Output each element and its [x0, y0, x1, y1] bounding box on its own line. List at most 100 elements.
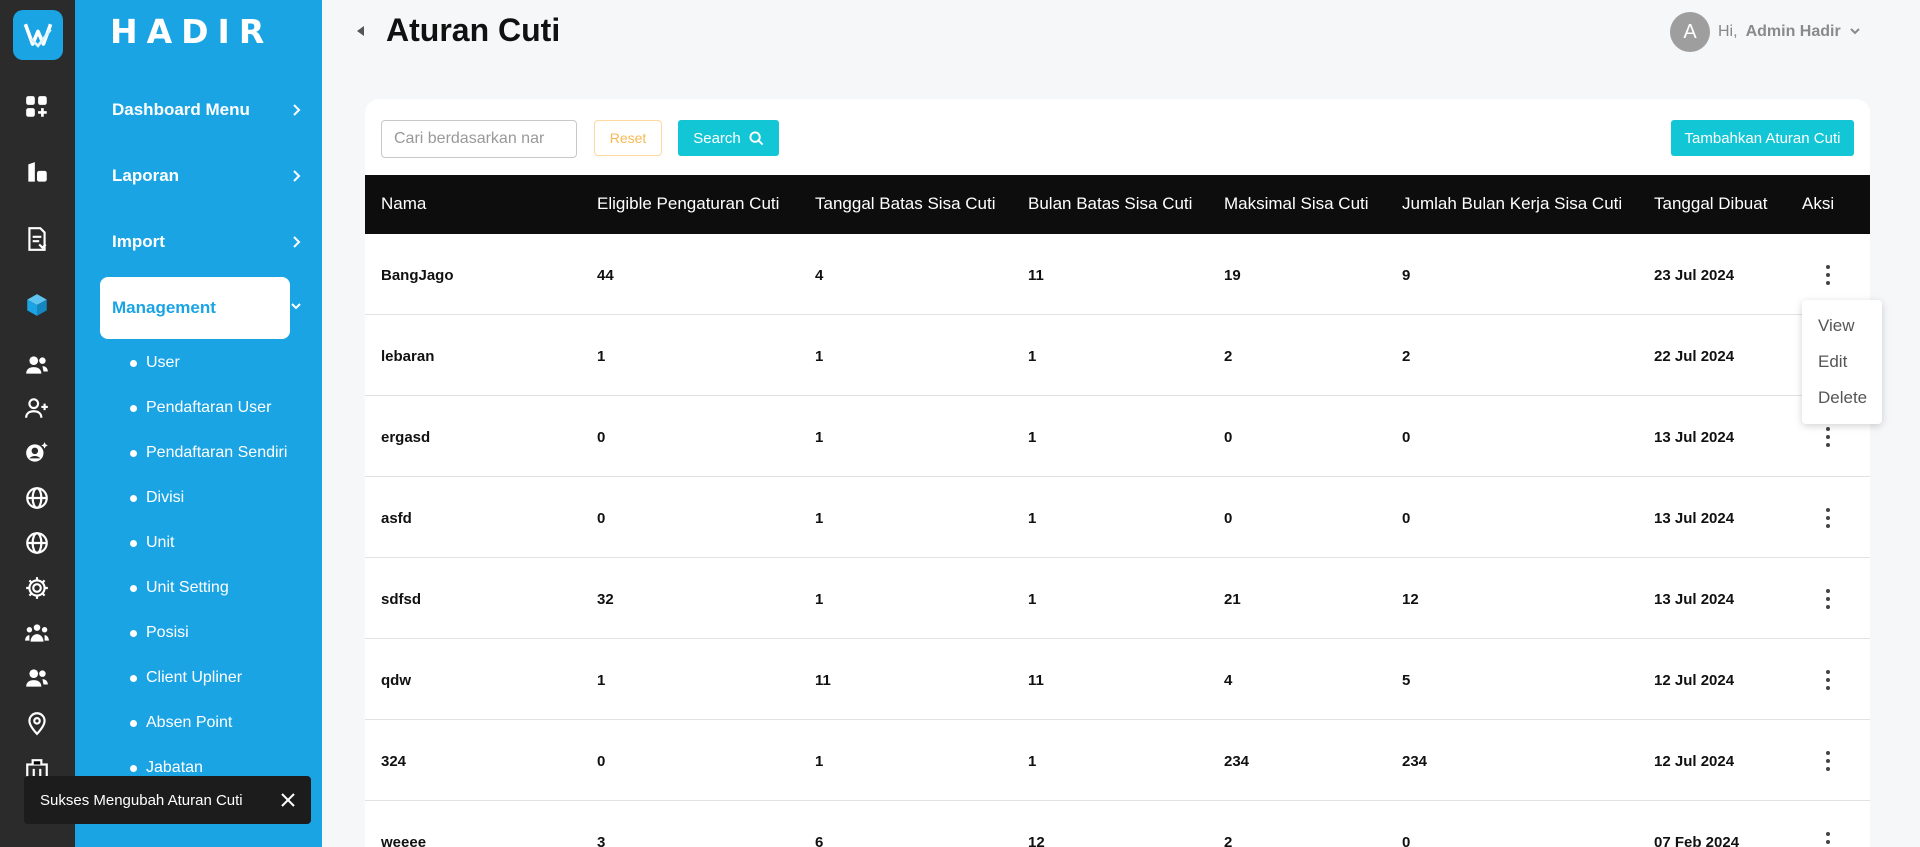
column-header[interactable]: Eligible Pengaturan Cuti — [597, 194, 779, 214]
chevron-down-icon — [1849, 28, 1860, 35]
user-settings-icon[interactable] — [22, 438, 52, 468]
user-add-icon[interactable] — [22, 393, 52, 423]
chevron-right-icon — [293, 104, 301, 116]
avatar: A — [1670, 12, 1710, 52]
cell-jumlah-bulan: 12 — [1402, 591, 1419, 608]
submenu-label: User — [146, 354, 180, 371]
document-import-icon[interactable] — [22, 224, 52, 254]
edit-menu-item[interactable]: Edit — [1802, 344, 1882, 380]
submenu-unit-setting[interactable]: Unit Setting — [130, 579, 229, 597]
more-actions-icon[interactable] — [1818, 749, 1838, 773]
location-icon[interactable] — [22, 708, 52, 738]
view-menu-item[interactable]: View — [1802, 308, 1882, 344]
table-row: ergasd 0 1 1 0 0 13 Jul 2024 — [365, 396, 1870, 477]
cell-eligible: 0 — [597, 510, 606, 527]
bullet-icon — [130, 359, 137, 367]
bullet-icon — [130, 494, 137, 502]
submenu-pendaftaran-user[interactable]: Pendaftaran User — [130, 399, 271, 417]
brand-logo: HADIR — [110, 12, 274, 51]
content-card: Cari berdasarkan nar Reset Search Tambah… — [365, 99, 1870, 847]
chevron-right-icon — [293, 236, 301, 248]
column-header[interactable]: Tanggal Dibuat — [1654, 194, 1767, 214]
globe-icon[interactable] — [22, 483, 52, 513]
team-icon[interactable] — [22, 618, 52, 648]
add-rule-button[interactable]: Tambahkan Aturan Cuti — [1671, 120, 1854, 156]
cell-eligible: 44 — [597, 267, 614, 284]
column-header[interactable]: Jumlah Bulan Kerja Sisa Cuti — [1402, 194, 1622, 214]
cell-bulan-batas: 1 — [1028, 591, 1037, 608]
cell-tanggal-dibuat: 07 Feb 2024 — [1654, 834, 1740, 847]
more-actions-icon[interactable] — [1818, 263, 1838, 287]
greeting-text: Hi, — [1718, 23, 1738, 40]
more-actions-icon[interactable] — [1818, 425, 1838, 449]
cell-jumlah-bulan: 234 — [1402, 753, 1428, 770]
submenu-label: Unit Setting — [146, 579, 229, 596]
cell-tanggal-batas: 1 — [815, 348, 824, 365]
submenu-divisi[interactable]: Divisi — [130, 489, 184, 507]
submenu-label: Jabatan — [146, 759, 203, 776]
gear-icon[interactable] — [22, 573, 52, 603]
user-menu[interactable]: A Hi, Admin Hadir — [1670, 12, 1861, 52]
icon-rail — [0, 0, 75, 847]
cell-jumlah-bulan: 2 — [1402, 348, 1411, 365]
toast-message: Sukses Mengubah Aturan Cuti — [40, 791, 243, 809]
collapse-sidebar-icon[interactable] — [357, 26, 365, 36]
cell-tanggal-batas: 1 — [815, 753, 824, 770]
cell-jumlah-bulan: 9 — [1402, 267, 1411, 284]
column-header[interactable]: Tanggal Batas Sisa Cuti — [815, 194, 996, 214]
submenu-label: Unit — [146, 534, 175, 551]
cell-tanggal-dibuat: 12 Jul 2024 — [1654, 672, 1735, 689]
column-header[interactable]: Bulan Batas Sisa Cuti — [1028, 194, 1192, 214]
cell-nama: asfd — [381, 510, 412, 527]
cell-eligible: 0 — [597, 753, 606, 770]
cell-nama: weeee — [381, 834, 427, 847]
bullet-icon — [130, 539, 137, 547]
table-row: asfd 0 1 1 0 0 13 Jul 2024 — [365, 477, 1870, 558]
close-icon[interactable] — [279, 791, 297, 809]
submenu-client-upliner[interactable]: Client Upliner — [130, 669, 242, 687]
report-icon[interactable] — [22, 158, 52, 188]
submenu-jabatan[interactable]: Jabatan — [130, 759, 203, 777]
menu-import[interactable]: Import — [100, 211, 301, 273]
cell-tanggal-dibuat: 13 Jul 2024 — [1654, 510, 1735, 527]
search-input[interactable]: Cari berdasarkan nar — [381, 120, 577, 158]
submenu-absen-point[interactable]: Absen Point — [130, 714, 232, 732]
cell-tanggal-batas: 1 — [815, 429, 824, 446]
cell-jumlah-bulan: 5 — [1402, 672, 1411, 689]
more-actions-icon[interactable] — [1818, 587, 1838, 611]
menu-label: Laporan — [112, 166, 180, 185]
more-actions-icon[interactable] — [1818, 506, 1838, 530]
more-actions-icon[interactable] — [1818, 668, 1838, 692]
bullet-icon — [130, 674, 137, 682]
submenu-label: Client Upliner — [146, 669, 243, 686]
more-actions-icon[interactable] — [1818, 830, 1838, 847]
group-icon[interactable] — [22, 663, 52, 693]
search-button[interactable]: Search — [678, 120, 779, 156]
cell-nama: qdw — [381, 672, 411, 689]
bullet-icon — [130, 764, 137, 772]
column-header[interactable]: Nama — [381, 194, 426, 214]
dashboard-add-icon[interactable] — [22, 92, 52, 122]
submenu-unit[interactable]: Unit — [130, 534, 174, 552]
menu-dashboard[interactable]: Dashboard Menu — [100, 79, 301, 141]
globe-alt-icon[interactable] — [22, 528, 52, 558]
column-header[interactable]: Maksimal Sisa Cuti — [1224, 194, 1369, 214]
cell-maksimal: 19 — [1224, 267, 1241, 284]
delete-menu-item[interactable]: Delete — [1802, 380, 1882, 416]
menu-laporan[interactable]: Laporan — [100, 145, 301, 207]
cell-jumlah-bulan: 0 — [1402, 834, 1411, 847]
logo-icon[interactable] — [13, 10, 63, 60]
cell-bulan-batas: 1 — [1028, 348, 1037, 365]
cell-tanggal-batas: 11 — [815, 672, 831, 689]
reset-button[interactable]: Reset — [594, 120, 662, 156]
cell-tanggal-batas: 1 — [815, 510, 824, 527]
submenu-posisi[interactable]: Posisi — [130, 624, 189, 642]
users-icon[interactable] — [22, 350, 52, 380]
bullet-icon — [130, 404, 137, 412]
box-icon[interactable] — [22, 290, 52, 320]
cell-nama: BangJago — [381, 267, 454, 284]
menu-label: Dashboard Menu — [112, 100, 250, 119]
submenu-pendaftaran-sendiri[interactable]: Pendaftaran Sendiri — [130, 444, 287, 462]
menu-management[interactable]: Management — [100, 277, 290, 339]
submenu-user[interactable]: User — [130, 354, 180, 372]
